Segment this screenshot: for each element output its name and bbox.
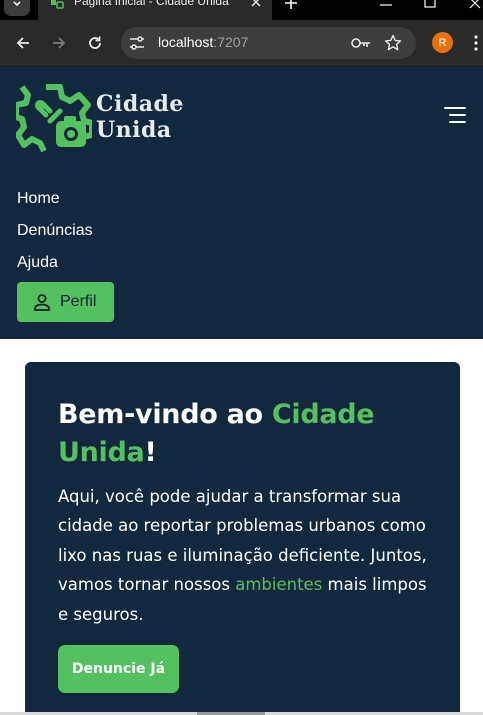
- welcome-title-prefix: Bem-vindo ao: [58, 399, 272, 430]
- brand-line-1: Cidade: [96, 91, 184, 117]
- person-icon: [34, 294, 50, 311]
- welcome-text: Aqui, você pode ajudar a transformar sua…: [58, 482, 438, 629]
- password-key-icon[interactable]: [351, 36, 371, 50]
- browser-tab[interactable]: Página Inicial - Cidade Unida: [38, 0, 272, 20]
- forward-icon[interactable]: [51, 35, 67, 51]
- profile-button-label: Perfil: [60, 293, 97, 310]
- nav-ajuda-link[interactable]: Ajuda: [17, 254, 58, 272]
- kebab-menu-icon[interactable]: [474, 34, 478, 52]
- new-tab-icon[interactable]: [284, 0, 298, 10]
- favicon-icon: [51, 0, 64, 9]
- close-icon[interactable]: [250, 0, 262, 8]
- profile-button[interactable]: Perfil: [17, 282, 114, 322]
- site-info-icon[interactable]: [129, 36, 145, 50]
- welcome-text-highlight: ambientes: [235, 575, 323, 595]
- url-text: localhost:7207: [158, 34, 248, 50]
- denuncie-button[interactable]: Denuncie Já: [58, 645, 179, 693]
- url-host: localhost: [158, 34, 214, 50]
- back-icon[interactable]: [15, 35, 31, 51]
- url-port: :7207: [213, 34, 249, 50]
- browser-toolbar: localhost:7207 R: [0, 20, 483, 66]
- bookmark-star-icon[interactable]: [384, 34, 402, 52]
- window-close-icon[interactable]: [468, 0, 482, 10]
- minimize-icon[interactable]: [380, 0, 392, 10]
- welcome-title-suffix: !: [144, 437, 157, 468]
- brand-line-2: Unida: [96, 117, 172, 143]
- welcome-card: Bem-vindo ao Cidade Unida! Aqui, você po…: [25, 362, 460, 715]
- hamburger-menu-icon[interactable]: [444, 107, 466, 125]
- tab-title: Página Inicial - Cidade Unida: [74, 0, 229, 8]
- brand-name[interactable]: Cidade Unida: [96, 91, 184, 143]
- maximize-icon[interactable]: [424, 0, 436, 8]
- nav-denuncias-link[interactable]: Denúncias: [17, 222, 93, 240]
- site-header: Cidade Unida Home Denúncias Ajuda Perfil: [0, 67, 483, 339]
- address-bar[interactable]: localhost:7207: [121, 27, 416, 59]
- welcome-title: Bem-vindo ao Cidade Unida!: [58, 396, 438, 472]
- reload-icon[interactable]: [87, 35, 103, 51]
- profile-avatar[interactable]: R: [432, 32, 453, 53]
- chevron-down-icon: [13, 1, 21, 7]
- nav-home-link[interactable]: Home: [17, 190, 60, 208]
- browser-tabstrip: Página Inicial - Cidade Unida: [0, 0, 483, 20]
- logo-icon[interactable]: [16, 81, 92, 157]
- tab-search-button[interactable]: [4, 0, 30, 16]
